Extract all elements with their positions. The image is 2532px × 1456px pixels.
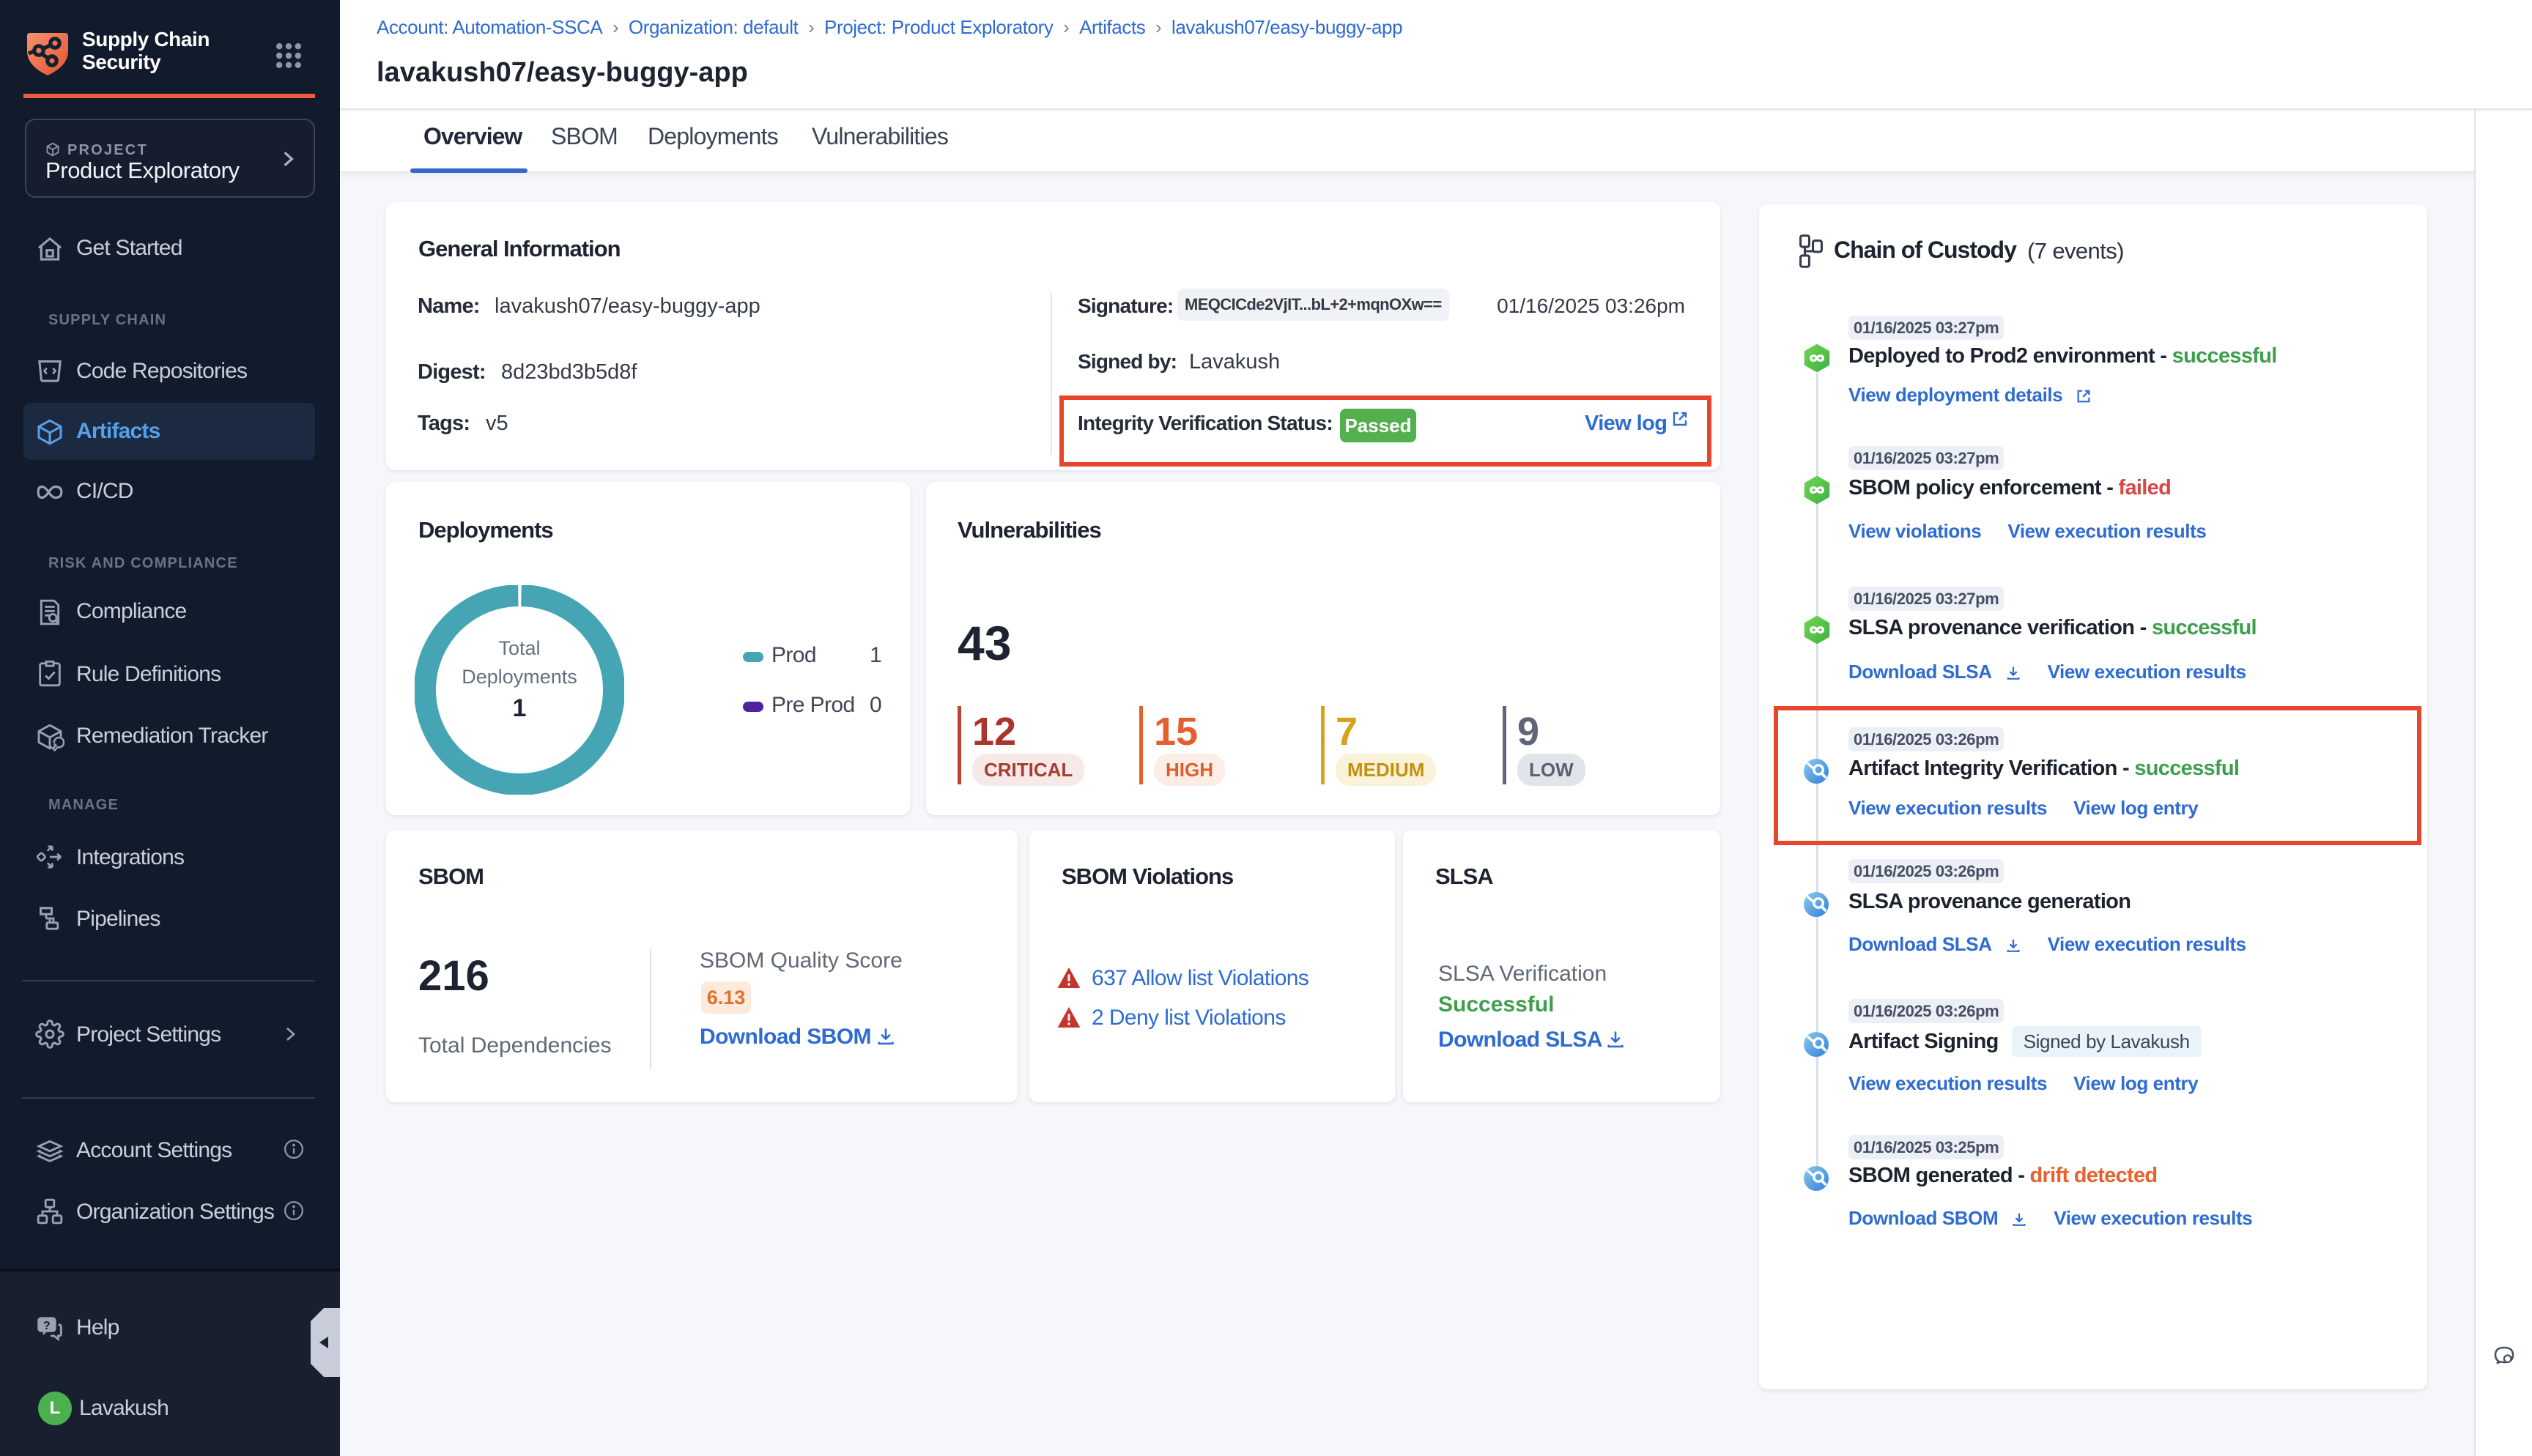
svg-text:?: ? bbox=[43, 1320, 51, 1332]
